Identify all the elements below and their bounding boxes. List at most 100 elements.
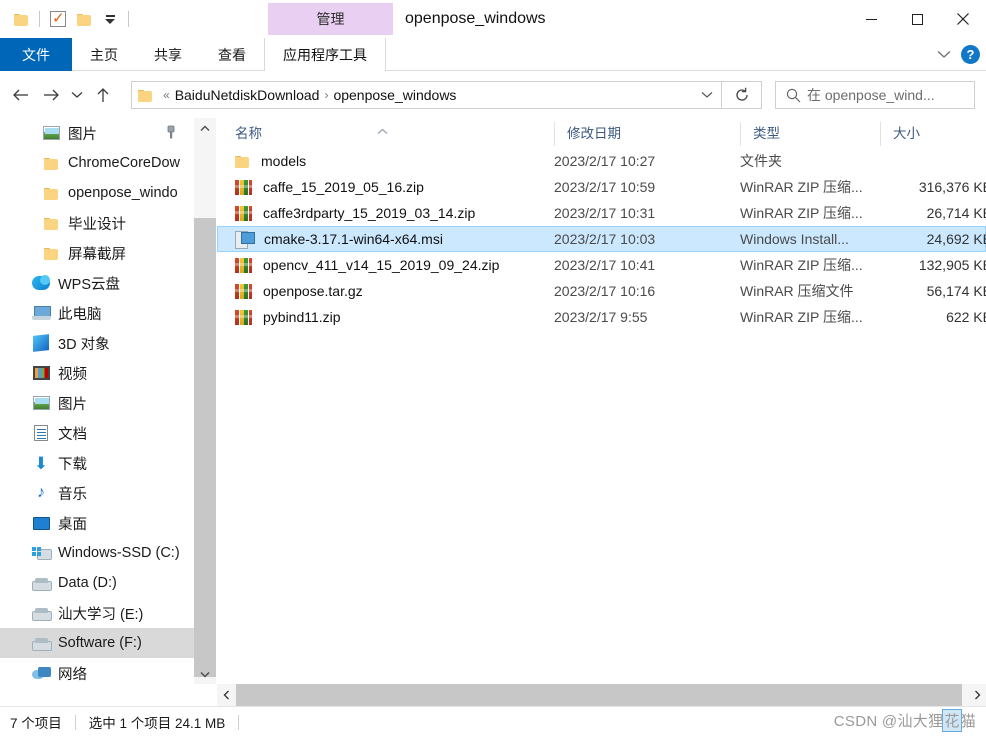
sidebar-item-6[interactable]: 此电脑 (0, 298, 194, 328)
table-row[interactable]: models 2023/2/17 10:27 文件夹 (217, 148, 986, 174)
sidebar-item-11[interactable]: ⬇ 下载 (0, 448, 194, 478)
winrar-zip-icon (235, 205, 252, 221)
watermark-suffix: 猫 (960, 713, 976, 730)
sidebar-item-label: 汕大学习 (E:) (58, 606, 144, 623)
cell-size: 622 KB (946, 309, 986, 325)
sidebar-item-label: 文档 (58, 426, 87, 443)
search-box[interactable]: 在 openpose_wind... (775, 81, 975, 109)
toolbar-divider (39, 11, 40, 27)
chevron-down-icon[interactable] (937, 46, 951, 64)
scroll-up-icon[interactable] (194, 118, 216, 138)
scroll-down-icon[interactable] (194, 664, 216, 684)
cell-size: 56,174 KB (926, 283, 986, 299)
close-button[interactable] (940, 0, 986, 38)
pin-icon[interactable] (164, 125, 178, 144)
sidebar-item-2[interactable]: openpose_windo (0, 178, 194, 208)
sidebar-item-0[interactable]: 图片 (0, 118, 194, 148)
tab-home[interactable]: 主页 (72, 38, 136, 71)
file-list-pane: 名称 修改日期 类型 大小 models 2023/2/17 10:27 文件夹 ca… (217, 118, 986, 684)
file-name: cmake-3.17.1-win64-x64.msi (264, 231, 443, 247)
tab-application-tools-label: 应用程序工具 (283, 46, 367, 63)
column-header-size[interactable]: 大小 (880, 122, 986, 146)
maximize-button[interactable] (894, 0, 940, 38)
sidebar-item-7[interactable]: 3D 对象 (0, 328, 194, 358)
sidebar-item-label: 网络 (58, 666, 87, 683)
winrar-zip-icon (235, 257, 252, 273)
table-row[interactable]: caffe3rdparty_15_2019_03_14.zip 2023/2/17… (217, 200, 986, 226)
scroll-left-icon[interactable] (217, 684, 235, 706)
sidebar-item-9[interactable]: 图片 (0, 388, 194, 418)
drive-icon (32, 604, 52, 622)
table-row[interactable]: pybind11.zip 2023/2/17 9:55 WinRAR ZIP 压缩.… (217, 304, 986, 330)
cell-date: 2023/2/17 10:59 (554, 179, 656, 195)
tab-share[interactable]: 共享 (136, 38, 200, 71)
tab-view[interactable]: 查看 (200, 38, 264, 71)
folder-icon[interactable] (8, 6, 34, 32)
tab-file[interactable]: 文件 (0, 38, 72, 71)
sidebar-item-18[interactable]: 网络 (0, 658, 194, 684)
navigation-buttons (6, 72, 118, 118)
horizontal-scrollbar-thumb[interactable] (236, 684, 962, 706)
properties-checkbox-icon[interactable] (45, 6, 71, 32)
file-list-horizontal-scrollbar[interactable] (217, 684, 986, 706)
breadcrumb-item-1[interactable]: openpose_windows (333, 87, 456, 103)
sidebar-item-4[interactable]: 屏幕截屏 (0, 238, 194, 268)
forward-arrow-icon[interactable] (36, 80, 66, 110)
up-arrow-icon[interactable] (88, 80, 118, 110)
table-row[interactable]: openpose.tar.gz 2023/2/17 10:16 WinRAR 压缩文… (217, 278, 986, 304)
tab-application-tools[interactable]: 应用程序工具 (264, 38, 386, 71)
sidebar-item-17[interactable]: Software (F:) (0, 628, 194, 658)
winrar-zip-icon (235, 309, 252, 325)
search-icon (786, 88, 801, 103)
help-button[interactable]: ? (961, 45, 980, 64)
csdn-watermark: CSDN @汕大狸花猫 (834, 709, 976, 732)
table-row[interactable]: caffe_15_2019_05_16.zip 2023/2/17 10:59 Wi… (217, 174, 986, 200)
customize-quick-access-icon[interactable] (97, 6, 123, 32)
search-input[interactable]: 在 openpose_wind... (807, 85, 935, 105)
sidebar-scrollbar[interactable] (194, 118, 216, 684)
breadcrumb-item-0[interactable]: BaiduNetdiskDownload (175, 87, 320, 103)
sidebar-item-13[interactable]: 桌面 (0, 508, 194, 538)
refresh-button[interactable] (722, 81, 762, 109)
sidebar-item-15[interactable]: Data (D:) (0, 568, 194, 598)
column-header-type[interactable]: 类型 (740, 122, 880, 146)
column-header-date[interactable]: 修改日期 (554, 122, 740, 146)
windows-drive-icon (32, 544, 52, 562)
sidebar-item-14[interactable]: Windows-SSD (C:) (0, 538, 194, 568)
sidebar-item-12[interactable]: ♪ 音乐 (0, 478, 194, 508)
sidebar-scrollbar-thumb[interactable] (194, 218, 216, 677)
file-name: caffe_15_2019_05_16.zip (263, 179, 424, 195)
new-folder-icon[interactable] (71, 6, 97, 32)
chevron-down-icon[interactable] (693, 82, 721, 108)
network-icon (32, 664, 51, 682)
column-header-name[interactable]: 名称 (217, 122, 554, 146)
pictures-icon (32, 394, 50, 412)
sidebar-item-1[interactable]: ChromeCoreDow (0, 148, 194, 178)
sidebar-item-16[interactable]: 汕大学习 (E:) (0, 598, 194, 628)
sidebar-item-label: 毕业设计 (68, 216, 126, 233)
quick-access-toolbar (8, 0, 134, 38)
recent-locations-chevron-icon[interactable] (66, 80, 88, 110)
minimize-button[interactable] (848, 0, 894, 38)
breadcrumb-overflow[interactable]: « (158, 88, 175, 102)
cell-name: cmake-3.17.1-win64-x64.msi (235, 231, 443, 249)
sidebar-item-label: 图片 (68, 126, 97, 143)
cell-date: 2023/2/17 10:27 (554, 153, 656, 169)
sidebar-item-5[interactable]: WPS云盘 (0, 268, 194, 298)
scroll-right-icon[interactable] (968, 684, 986, 706)
sidebar-item-3[interactable]: 毕业设计 (0, 208, 194, 238)
folder-icon (42, 154, 60, 172)
sidebar-item-8[interactable]: 视频 (0, 358, 194, 388)
status-selection-info: 选中 1 个项目 24.1 MB (88, 716, 226, 731)
cell-type: WinRAR ZIP 压缩... (740, 309, 863, 325)
sidebar-item-label: WPS云盘 (58, 276, 121, 293)
sidebar-item-10[interactable]: 文档 (0, 418, 194, 448)
address-bar[interactable]: « BaiduNetdiskDownload › openpose_window… (131, 81, 722, 109)
cell-type: Windows Install... (740, 231, 849, 247)
table-row[interactable]: cmake-3.17.1-win64-x64.msi 2023/2/17 10:0… (217, 226, 986, 252)
sidebar-item-label: ChromeCoreDow (68, 155, 181, 171)
navigation-bar: « BaiduNetdiskDownload › openpose_window… (0, 72, 986, 118)
table-row[interactable]: opencv_411_v14_15_2019_09_24.zip 2023/2/1… (217, 252, 986, 278)
back-arrow-icon[interactable] (6, 80, 36, 110)
drive-icon (32, 574, 52, 592)
